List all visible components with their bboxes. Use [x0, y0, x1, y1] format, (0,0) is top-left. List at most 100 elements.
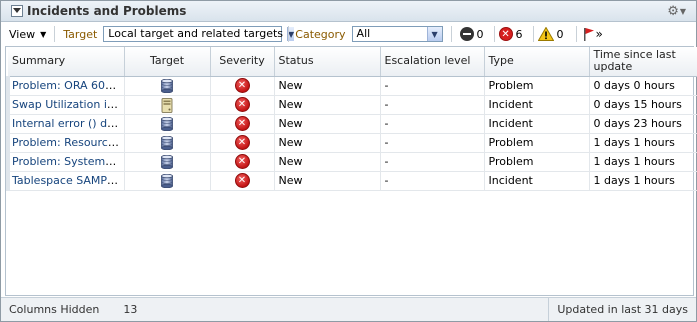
table-header-row: Summary Target Severity Status Escalatio… — [8, 47, 697, 77]
settings-menu[interactable]: ⚙ ▼ — [667, 4, 686, 19]
chevron-down-icon — [13, 8, 21, 13]
critical-count: 6 — [515, 27, 523, 41]
column-header-summary[interactable]: Summary — [8, 47, 125, 77]
status-cell: New — [274, 171, 381, 191]
critical-icon: ✕ — [234, 135, 250, 150]
severity-cell: ✕ — [210, 133, 275, 153]
summary-link[interactable]: Problem: System P... — [6, 152, 125, 172]
summary-link[interactable]: Tablespace SAMPL... — [6, 171, 125, 191]
table-row[interactable]: Swap Utilization is ... ✕ New - Incident 0 da… — [6, 95, 697, 115]
type-cell: Problem — [484, 133, 590, 153]
incidents-problems-panel: Incidents and Problems ⚙ ▼ View ▼ Target … — [0, 0, 697, 322]
severity-cell: ✕ — [210, 152, 275, 172]
dropdown-arrow-icon[interactable]: ▼ — [426, 27, 442, 41]
warning-count-filter[interactable]: 0 — [537, 27, 564, 41]
time-cell: 1 days 1 hours — [589, 171, 697, 191]
severity-cell: ✕ — [210, 95, 275, 115]
flag-icon — [583, 28, 594, 41]
database-icon[interactable] — [161, 173, 173, 188]
collapse-toggle[interactable] — [11, 5, 23, 17]
column-header-status[interactable]: Status — [274, 47, 381, 77]
status-cell: New — [274, 76, 381, 96]
column-header-target[interactable]: Target — [124, 47, 211, 77]
table-row[interactable]: Problem: System P... ✕ New - Problem 1 days 1… — [6, 152, 697, 172]
toolbar-separator — [493, 26, 495, 42]
critical-icon: ✕ — [498, 27, 513, 41]
view-menu[interactable]: View ▼ — [9, 28, 46, 41]
toolbar-separator — [575, 26, 577, 42]
column-header-severity[interactable]: Severity — [210, 47, 275, 77]
summary-link[interactable]: Internal error () de... — [6, 114, 125, 134]
critical-count-filter[interactable]: ✕ 6 — [498, 27, 523, 41]
type-cell: Incident — [484, 114, 590, 134]
status-cell: New — [274, 133, 381, 153]
caret-down-icon: ▼ — [40, 29, 47, 39]
type-cell: Problem — [484, 152, 590, 172]
critical-icon: ✕ — [234, 154, 250, 169]
fatal-count-filter[interactable]: 0 — [459, 27, 484, 41]
column-header-escalation-level[interactable]: Escalation level — [380, 47, 485, 77]
target-select[interactable]: Local target and related targets ▼ — [103, 26, 295, 42]
columns-hidden-count[interactable]: 13 — [123, 303, 137, 316]
critical-icon: ✕ — [234, 97, 250, 112]
column-header-type[interactable]: Type — [484, 47, 590, 77]
category-select-value: All — [356, 27, 371, 40]
escalation-filter[interactable]: » — [583, 27, 603, 41]
panel-header: Incidents and Problems ⚙ ▼ — [1, 1, 696, 22]
target-cell — [124, 152, 211, 172]
time-cell: 0 days 23 hours — [589, 114, 697, 134]
incidents-table: Summary Target Severity Status Escalatio… — [5, 46, 697, 296]
status-cell: New — [274, 152, 381, 172]
toolbar-separator — [54, 26, 56, 42]
summary-link[interactable]: Swap Utilization is ... — [6, 95, 125, 115]
columns-hidden-label: Columns Hidden — [9, 303, 100, 316]
target-label: Target — [63, 27, 98, 41]
fatal-icon — [459, 27, 474, 41]
table-row[interactable]: Internal error () de... ✕ New - Incident 0 da… — [6, 114, 697, 134]
escalation-cell: - — [380, 171, 485, 191]
type-cell: Incident — [484, 95, 590, 115]
database-icon[interactable] — [161, 116, 173, 131]
critical-icon: ✕ — [234, 173, 250, 188]
status-cell: New — [274, 114, 381, 134]
time-cell: 1 days 1 hours — [589, 133, 697, 153]
time-cell: 1 days 1 hours — [589, 152, 697, 172]
host-icon[interactable] — [161, 97, 173, 113]
caret-down-icon: ▼ — [679, 7, 686, 16]
panel-footer: Columns Hidden 13 Updated in last 31 day… — [1, 297, 696, 321]
toolbar: View ▼ Target Local target and related t… — [1, 23, 696, 45]
column-header-time-since-update[interactable]: Time since last update — [589, 47, 697, 77]
target-cell — [124, 76, 211, 96]
time-cell: 0 days 15 hours — [589, 95, 697, 115]
severity-cell: ✕ — [210, 76, 275, 96]
escalation-cell: - — [380, 152, 485, 172]
category-label: Category — [295, 27, 346, 41]
summary-link[interactable]: Problem: ORA 600 ... — [6, 76, 125, 96]
escalation-cell: - — [380, 76, 485, 96]
database-icon[interactable] — [161, 78, 173, 93]
table-row[interactable]: Problem: Resource... ✕ New - Problem 1 days 1… — [6, 133, 697, 153]
critical-icon: ✕ — [234, 116, 250, 131]
database-icon[interactable] — [161, 154, 173, 169]
table-row[interactable]: Tablespace SAMPL... ✕ New - Incident 1 days 1… — [6, 171, 697, 191]
category-select[interactable]: All ▼ — [351, 26, 443, 42]
severity-cell: ✕ — [210, 171, 275, 191]
target-select-value: Local target and related targets — [108, 27, 284, 40]
time-cell: 0 days 0 hours — [589, 76, 697, 96]
target-cell — [124, 114, 211, 134]
status-cell: New — [274, 95, 381, 115]
summary-link[interactable]: Problem: Resource... — [6, 133, 125, 153]
escalation-cell: - — [380, 114, 485, 134]
gear-icon: ⚙ — [667, 4, 679, 19]
target-cell — [124, 133, 211, 153]
more-icon[interactable]: » — [596, 27, 603, 41]
toolbar-separator — [288, 26, 290, 42]
target-cell — [124, 171, 211, 191]
panel-title: Incidents and Problems — [27, 4, 187, 18]
type-cell: Problem — [484, 76, 590, 96]
database-icon[interactable] — [161, 135, 173, 150]
type-cell: Incident — [484, 171, 590, 191]
view-label: View — [9, 27, 36, 41]
table-row[interactable]: Problem: ORA 600 ... ✕ New - Problem 0 days 0… — [6, 76, 697, 96]
warning-count: 0 — [556, 27, 564, 41]
